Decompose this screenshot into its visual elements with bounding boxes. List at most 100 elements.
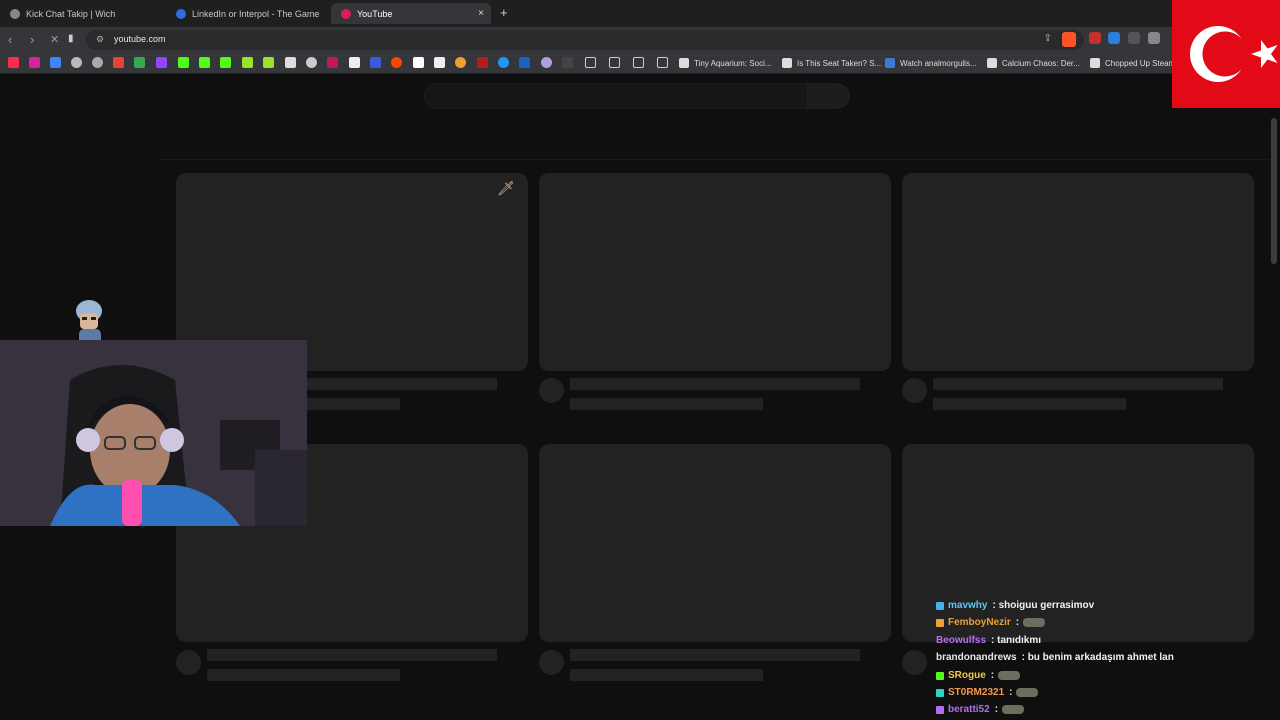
- bookmark-seat-taken[interactable]: Is This Seat Taken? S...: [782, 58, 881, 68]
- tab-title: Kick Chat Takip | Wich: [26, 8, 116, 19]
- twitch-icon[interactable]: [156, 57, 167, 68]
- bookmarks-bar: Tiny Aquarium: Soci... Is This Seat Take…: [0, 53, 1280, 74]
- avatar-placeholder: [902, 378, 927, 403]
- bookmark-icon[interactable]: [519, 57, 530, 68]
- bookmark-icon[interactable]: [327, 57, 338, 68]
- steam-icon: [679, 58, 689, 68]
- amazon-icon[interactable]: [434, 57, 445, 68]
- new-tab-button[interactable]: +: [500, 5, 508, 20]
- extension-icon[interactable]: [263, 57, 274, 68]
- bookmark-icon[interactable]: [562, 57, 573, 68]
- back-button[interactable]: ‹: [8, 32, 12, 47]
- video-thumbnail-placeholder[interactable]: [539, 444, 891, 642]
- game-icon: [176, 8, 186, 19]
- chat-message: brandonandrews : bu benim arkadaşım ahme…: [936, 652, 1174, 663]
- brave-shields-icon[interactable]: [1062, 32, 1076, 47]
- youtube-icon[interactable]: [8, 57, 19, 68]
- video-thumbnail-placeholder[interactable]: [902, 173, 1254, 371]
- chat-badge-icon: [936, 671, 944, 680]
- bookmark-icon[interactable]: [477, 57, 488, 68]
- bookmark-icon[interactable]: [413, 57, 424, 68]
- chat-text: :: [1015, 617, 1020, 628]
- chat-username: mavwhy: [948, 600, 988, 611]
- title-placeholder: [207, 649, 497, 661]
- bookmark-chopped-up[interactable]: Chopped Up Steam: [1090, 58, 1175, 68]
- share-icon[interactable]: ⇪: [1044, 33, 1052, 44]
- globe-icon[interactable]: [306, 57, 317, 68]
- chat-text: :: [1009, 687, 1013, 698]
- avatar-placeholder: [176, 650, 201, 675]
- bookmark-label: Chopped Up Steam: [1105, 58, 1176, 68]
- close-tab-icon[interactable]: ×: [478, 8, 484, 19]
- stop-loading-button[interactable]: ✕: [50, 33, 59, 46]
- kick-icon[interactable]: [178, 57, 189, 68]
- folder-icon[interactable]: [609, 57, 620, 68]
- chat-message: ST0RM2321 :: [936, 687, 1039, 698]
- video-thumbnail-placeholder[interactable]: [539, 173, 891, 371]
- tab-title: LinkedIn or Interpol - The Game: [192, 8, 320, 19]
- play-icon[interactable]: [498, 57, 509, 68]
- title-placeholder: [570, 649, 860, 661]
- search-input[interactable]: [424, 83, 808, 109]
- tab-kick-chat[interactable]: Kick Chat Takip | Wich: [0, 3, 165, 24]
- sword-cursor-icon: 🗡: [497, 180, 515, 196]
- chat-message: beratti52 :: [936, 704, 1025, 715]
- bookmark-tiny-aquarium[interactable]: Tiny Aquarium: Soci...: [679, 58, 772, 68]
- bookmark-label: Is This Seat Taken? S...: [797, 58, 882, 68]
- kick-icon[interactable]: [199, 57, 210, 68]
- tab-youtube[interactable]: YouTube ×: [331, 3, 491, 24]
- scrollbar[interactable]: [1271, 118, 1277, 264]
- divider: [160, 159, 1270, 160]
- avatar-placeholder: [539, 378, 564, 403]
- meta-placeholder: [570, 669, 763, 681]
- bookmark-icon[interactable]: [455, 57, 466, 68]
- globe-icon[interactable]: [71, 57, 82, 68]
- tab-title: YouTube: [357, 8, 393, 19]
- extension-icon[interactable]: [1148, 32, 1160, 44]
- anchor-icon[interactable]: [285, 57, 296, 68]
- chat-text: : shoiguu gerrasimov: [992, 600, 1095, 611]
- meta-placeholder: [207, 669, 400, 681]
- globe-icon: [10, 8, 20, 19]
- bookmark-label: Watch analmorgulis...: [900, 58, 977, 68]
- ublock-extension-icon[interactable]: [1089, 32, 1101, 44]
- stream-chat-overlay: mavwhy : shoiguu gerrasimov FemboyNezir …: [936, 584, 1236, 720]
- folder-icon[interactable]: [657, 57, 668, 68]
- translate-icon[interactable]: [50, 57, 61, 68]
- chat-username: ST0RM2321: [948, 687, 1005, 698]
- bookmark-calcium-chaos[interactable]: Calcium Chaos: Der...: [987, 58, 1080, 68]
- folder-icon[interactable]: [585, 57, 596, 68]
- omnibox[interactable]: ⚙ youtube.com ⇪: [86, 30, 1084, 50]
- gmail-icon[interactable]: [113, 57, 124, 68]
- x-icon[interactable]: [349, 57, 360, 68]
- reddit-icon[interactable]: [391, 57, 402, 68]
- chat-username: SRogue: [948, 670, 986, 681]
- bookmark-icon[interactable]: [541, 57, 552, 68]
- extension-icon[interactable]: [1128, 32, 1140, 44]
- site-info-icon[interactable]: ⚙: [96, 34, 104, 45]
- bookmark-icon[interactable]: [370, 57, 381, 68]
- folder-icon[interactable]: [633, 57, 644, 68]
- bookmark-watch[interactable]: Watch analmorgulis...: [885, 58, 977, 68]
- tab-linkedin-interpol[interactable]: LinkedIn or Interpol - The Game: [166, 3, 330, 24]
- chat-text: : tanıdıkmı: [991, 635, 1042, 646]
- drive-icon[interactable]: [134, 57, 145, 68]
- emote-icon: [1016, 688, 1039, 697]
- chat-badge-icon: [936, 688, 944, 697]
- title-placeholder: [933, 378, 1223, 390]
- chat-badge-icon: [936, 601, 944, 610]
- instagram-icon[interactable]: [29, 57, 40, 68]
- forward-button[interactable]: ›: [30, 32, 34, 47]
- url-text[interactable]: youtube.com: [114, 34, 166, 44]
- bookmark-icon[interactable]: ▮: [68, 33, 74, 44]
- extension-icon[interactable]: [1108, 32, 1120, 44]
- chat-badge-icon: [936, 705, 944, 714]
- steam-icon: [1090, 58, 1100, 68]
- extension-icon[interactable]: [242, 57, 253, 68]
- chat-username: FemboyNezir: [948, 617, 1011, 628]
- chat-text: :: [990, 670, 995, 681]
- search-button[interactable]: [808, 83, 850, 109]
- emote-icon: [998, 671, 1021, 680]
- kick-icon[interactable]: [220, 57, 231, 68]
- globe-icon[interactable]: [92, 57, 103, 68]
